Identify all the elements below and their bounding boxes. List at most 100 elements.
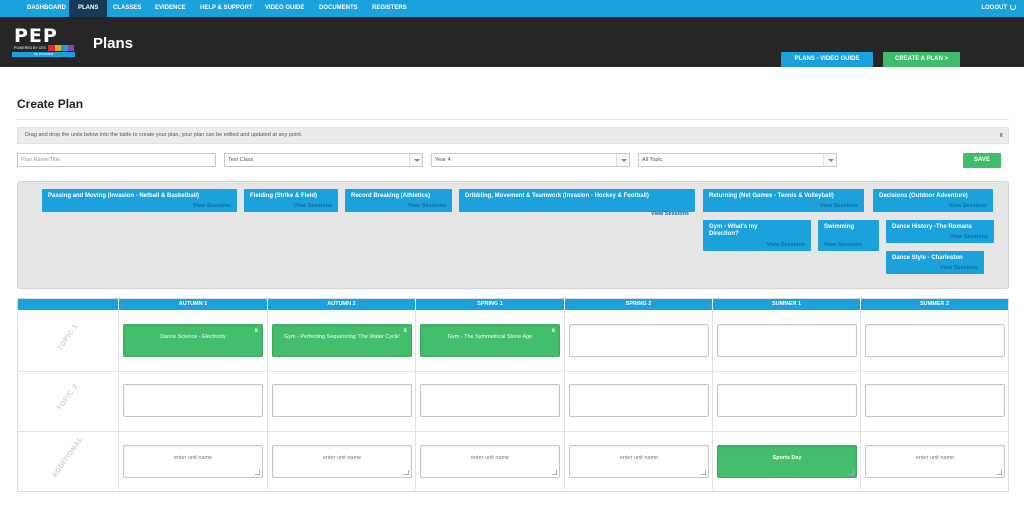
nav-help-support[interactable]: HELP & SUPPORT <box>191 0 262 17</box>
page-title: Plans <box>93 35 134 52</box>
topic-select[interactable]: All Topic <box>638 153 837 167</box>
unit-name: Gym - The Symmetrical Stone Age <box>447 334 533 340</box>
resize-handle[interactable] <box>404 470 409 475</box>
plan-cell[interactable] <box>865 384 1005 417</box>
unit-name-textarea[interactable]: enter unit name <box>569 445 709 478</box>
unit-title: Passing and Moving (Invasion - Netball &… <box>48 193 200 199</box>
unit-card[interactable]: Dance History -The Romans View Sessions <box>886 220 994 243</box>
unit-name-placeholder: enter unit name <box>915 455 955 461</box>
unit-name-textarea[interactable]: enter unit name <box>272 445 412 478</box>
unit-name-textarea[interactable]: enter unit name <box>123 445 263 478</box>
plan-cell[interactable]: Dance Science - Electricity x <box>123 324 263 357</box>
column-header: AUTUMN 2 <box>267 299 415 310</box>
view-sessions-link[interactable]: View Sessions <box>820 203 858 209</box>
class-select-value: Test Class <box>228 157 254 163</box>
resize-handle[interactable] <box>552 470 557 475</box>
nav-classes[interactable]: CLASSES <box>104 0 150 17</box>
view-sessions-link[interactable]: View Sessions <box>824 242 862 248</box>
chevron-down-icon <box>616 154 629 166</box>
unit-card[interactable]: Gym - What's my Direction? View Sessions <box>703 220 811 251</box>
save-button[interactable]: SAVE <box>963 153 1001 168</box>
divider <box>118 310 119 491</box>
divider <box>18 431 1008 432</box>
nav-registers[interactable]: REGISTERS <box>363 0 416 17</box>
class-select[interactable]: Test Class <box>224 153 423 167</box>
unit-card[interactable]: Returning (Net Games - Tennis & Volleyba… <box>703 189 864 212</box>
resize-handle[interactable] <box>255 470 260 475</box>
resize-handle[interactable] <box>701 470 706 475</box>
column-header: SUMMER 2 <box>860 299 1008 310</box>
logout-link[interactable]: LOGOUT <box>981 0 1016 17</box>
column-header: SPRING 1 <box>415 299 564 310</box>
plan-cell[interactable] <box>569 384 709 417</box>
plan-cell[interactable]: Gym - Perfecting Sequencing 'The Water C… <box>272 324 412 357</box>
plan-cell[interactable] <box>865 324 1005 357</box>
unit-title: Decisions (Outdoor Adventure) <box>879 193 968 199</box>
nav-plans[interactable]: PLANS <box>69 0 108 17</box>
nav-video-guide[interactable]: VIDEO GUIDE <box>256 0 313 17</box>
plan-name-input[interactable]: Plan Name/Title <box>17 153 216 167</box>
topic-select-value: All Topic <box>642 157 663 163</box>
divider <box>18 371 1008 372</box>
create-plan-button[interactable]: CREATE A PLAN > <box>883 52 960 67</box>
logo-powered: POWERED BY CES <box>14 46 46 50</box>
view-sessions-link[interactable]: View Sessions <box>193 203 231 209</box>
plan-cell[interactable] <box>123 384 263 417</box>
year-select-value: Year 4 <box>435 157 451 163</box>
remove-unit-button[interactable]: x <box>404 328 407 334</box>
column-header: SPRING 2 <box>564 299 712 310</box>
plan-cell[interactable] <box>717 384 857 417</box>
unit-title: Dribbling, Movement & Teamwork (Invasion… <box>465 193 649 199</box>
view-sessions-link[interactable]: View Sessions <box>949 203 987 209</box>
plans-video-guide-button[interactable]: PLANS - VIDEO GUIDE <box>781 52 873 67</box>
year-select[interactable]: Year 4 <box>431 153 630 167</box>
unit-card[interactable]: Passing and Moving (Invasion - Netball &… <box>42 189 237 212</box>
unit-name-textarea[interactable]: Sports Day <box>717 445 857 478</box>
logo-stripes <box>48 45 74 51</box>
instructions-alert: Drag and drop the units below into the t… <box>17 127 1009 144</box>
divider <box>267 310 268 491</box>
unit-name-textarea[interactable]: enter unit name <box>865 445 1005 478</box>
chevron-down-icon <box>409 154 422 166</box>
unit-card[interactable]: Dribbling, Movement & Teamwork (Invasion… <box>459 189 695 217</box>
unit-name-placeholder: enter unit name <box>173 455 213 461</box>
nav-evidence[interactable]: EVIDENCE <box>146 0 195 17</box>
plan-cell[interactable] <box>272 384 412 417</box>
unit-card[interactable]: Dance Style - Charleston View Sessions <box>886 251 984 274</box>
unit-card[interactable]: Decisions (Outdoor Adventure) View Sessi… <box>873 189 993 212</box>
nav-documents[interactable]: DOCUMENTS <box>310 0 367 17</box>
logo-text: PEP <box>14 25 58 47</box>
unit-title: Swimming <box>824 224 855 230</box>
resize-handle[interactable] <box>849 470 854 475</box>
plan-table: AUTUMN 1 AUTUMN 2 SPRING 1 SPRING 2 SUMM… <box>17 298 1009 492</box>
view-sessions-link[interactable]: View Sessions <box>767 242 805 248</box>
alert-close-button[interactable]: x <box>1000 128 1004 143</box>
remove-unit-button[interactable]: x <box>255 328 258 334</box>
unit-name-textarea[interactable]: enter unit name <box>420 445 560 478</box>
plan-cell[interactable]: Gym - The Symmetrical Stone Age x <box>420 324 560 357</box>
unit-card[interactable]: Swimming View Sessions <box>818 220 879 251</box>
unit-card[interactable]: Fielding (Strike & Field) View Sessions <box>244 189 338 212</box>
nav-dashboard[interactable]: DASHBOARD <box>18 0 75 17</box>
view-sessions-link[interactable]: View Sessions <box>940 265 978 271</box>
unit-title: Returning (Net Games - Tennis & Volleyba… <box>709 193 834 199</box>
view-sessions-link[interactable]: View Sessions <box>408 203 446 209</box>
plan-cell[interactable] <box>569 324 709 357</box>
create-plan-heading: Create Plan <box>17 97 84 111</box>
column-header: AUTUMN 1 <box>118 299 267 310</box>
pep-logo[interactable]: PEP POWERED BY CES PE PLANNER <box>12 25 76 59</box>
table-header: AUTUMN 1 AUTUMN 2 SPRING 1 SPRING 2 SUMM… <box>18 299 1008 310</box>
unit-title: Fielding (Strike & Field) <box>250 193 318 199</box>
resize-handle[interactable] <box>997 470 1002 475</box>
plan-cell[interactable] <box>717 324 857 357</box>
divider <box>860 310 861 491</box>
unit-title: Gym - What's my Direction? <box>709 224 758 237</box>
view-sessions-link[interactable]: View Sessions <box>294 203 332 209</box>
view-sessions-link[interactable]: View Sessions <box>651 211 689 217</box>
remove-unit-button[interactable]: x <box>552 328 555 334</box>
header-bar: PEP POWERED BY CES PE PLANNER Plans PLAN… <box>0 17 1024 67</box>
unit-name-value: Sports Day <box>772 455 802 461</box>
view-sessions-link[interactable]: View Sessions <box>950 234 988 240</box>
plan-cell[interactable] <box>420 384 560 417</box>
unit-card[interactable]: Record Breaking (Athletics) View Session… <box>345 189 452 212</box>
